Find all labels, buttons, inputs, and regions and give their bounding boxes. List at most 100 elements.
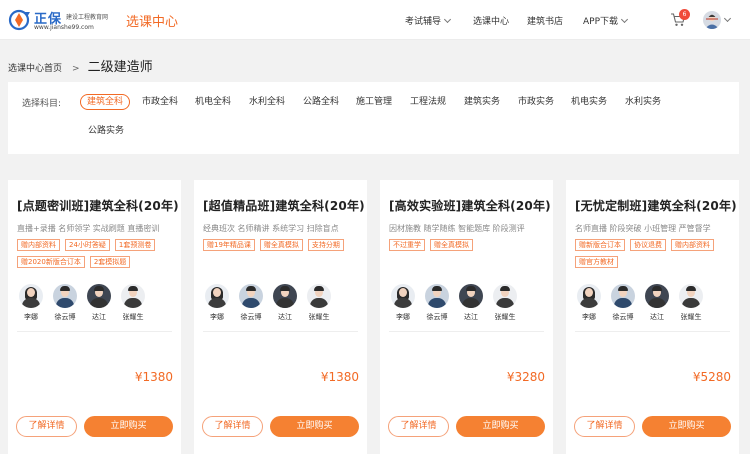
teacher[interactable]: 李娜 [16, 284, 46, 322]
teacher[interactable]: 张耀生 [676, 284, 706, 322]
site-title: 选课中心 [126, 15, 179, 30]
teacher[interactable]: 达江 [270, 284, 300, 322]
teacher-name: 达江 [650, 313, 664, 321]
teacher-name: 张耀生 [680, 313, 702, 321]
course-title[interactable]: [超值精品班]建筑全科(20年) [203, 197, 365, 214]
learn-more-button[interactable]: 了解详情 [16, 416, 77, 437]
subject-tag[interactable]: 建筑实务 [464, 94, 500, 110]
course-badges: 赠内部资料 24小时答疑 1套预测卷 赠2020新版合订本 2套模拟题 [17, 239, 177, 268]
subject-tag[interactable]: 机电全科 [195, 94, 231, 110]
cart-count-badge: 6 [679, 9, 690, 20]
teacher-name: 达江 [464, 313, 478, 321]
teacher[interactable]: 达江 [84, 284, 114, 322]
teacher[interactable]: 徐云博 [608, 284, 638, 322]
course-card[interactable]: [无忧定制班]建筑全科(20年) 名师直播 阶段突破 小班管理 严管督学 赠新版合订… [566, 180, 739, 454]
teacher[interactable]: 李娜 [388, 284, 418, 322]
teacher-name: 徐云博 [240, 313, 262, 321]
course-badge: 赠内部资料 [17, 239, 60, 251]
teacher-avatar [493, 284, 517, 308]
subject-tag[interactable]: 市政实务 [518, 94, 554, 110]
course-badge: 赠新版合订本 [575, 239, 625, 251]
teacher-name: 张耀生 [494, 313, 516, 321]
teacher-name: 达江 [92, 313, 106, 321]
divider [575, 331, 730, 332]
course-price: ¥5280 [692, 370, 731, 384]
teacher-avatar [459, 284, 483, 308]
subject-tag[interactable]: 机电实务 [571, 94, 607, 110]
course-badge: 24小时答疑 [65, 239, 110, 251]
subject-tag[interactable]: 公路全科 [303, 94, 339, 110]
logo-subtitle: 建设工程教育网 [66, 14, 109, 21]
teacher[interactable]: 徐云博 [236, 284, 266, 322]
teacher[interactable]: 张耀生 [304, 284, 334, 322]
teacher[interactable]: 张耀生 [118, 284, 148, 322]
teacher[interactable]: 达江 [642, 284, 672, 322]
teacher-avatar [205, 284, 229, 308]
teacher-list: 李娜 徐云博 达江 张耀生 [574, 284, 734, 324]
buy-now-button[interactable]: 立即购买 [642, 416, 731, 437]
teacher-avatar [19, 284, 43, 308]
breadcrumb-home-link[interactable]: 选课中心首页 [8, 64, 62, 74]
course-card[interactable]: [超值精品班]建筑全科(20年) 经典班次 名师精讲 系统学习 扫除盲点 赠19年精… [194, 180, 367, 454]
course-description: 经典班次 名师精讲 系统学习 扫除盲点 [203, 224, 339, 233]
teacher-name: 徐云博 [612, 313, 634, 321]
subject-tag[interactable]: 公路实务 [88, 123, 124, 139]
subject-tag[interactable]: 工程法规 [410, 94, 446, 110]
divider [389, 331, 544, 332]
subject-tag[interactable]: 施工管理 [356, 94, 392, 110]
teacher[interactable]: 李娜 [202, 284, 232, 322]
buy-now-button[interactable]: 立即购买 [270, 416, 359, 437]
course-price: ¥1380 [134, 370, 173, 384]
buy-now-button[interactable]: 立即购买 [84, 416, 173, 437]
teacher[interactable]: 张耀生 [490, 284, 520, 322]
subject-tag[interactable]: 市政全科 [142, 94, 178, 110]
nav-bookstore[interactable]: 建筑书店 [527, 14, 563, 27]
teacher-name: 徐云博 [54, 313, 76, 321]
logo-url: www.jianshe99.com [34, 24, 94, 31]
teacher-avatar [87, 284, 111, 308]
teacher[interactable]: 达江 [456, 284, 486, 322]
teacher-name: 李娜 [24, 313, 38, 321]
chevron-down-icon[interactable] [723, 14, 732, 23]
course-badge: 赠2020新版合订本 [17, 256, 85, 268]
subject-tag[interactable]: 水利全科 [249, 94, 285, 110]
teacher-avatar [53, 284, 77, 308]
buy-now-button[interactable]: 立即购买 [456, 416, 545, 437]
course-description: 名师直播 阶段突破 小班管理 严管督学 [575, 224, 711, 233]
chevron-down-icon [443, 15, 452, 24]
teacher-name: 徐云博 [426, 313, 448, 321]
teacher[interactable]: 徐云博 [50, 284, 80, 322]
course-title[interactable]: [高效实验班]建筑全科(20年) [389, 197, 551, 214]
course-title[interactable]: [点题密训班]建筑全科(20年) [17, 197, 179, 214]
learn-more-button[interactable]: 了解详情 [574, 416, 635, 437]
teacher-list: 李娜 徐云博 达江 张耀生 [202, 284, 362, 324]
course-card[interactable]: [点题密训班]建筑全科(20年) 直播+录播 名师领学 实战刷题 直播密训 赠内部资… [8, 180, 181, 454]
teacher-name: 达江 [278, 313, 292, 321]
nav-app-download[interactable]: APP下载 [583, 14, 629, 27]
teacher[interactable]: 徐云博 [422, 284, 452, 322]
course-badges: 不过重学 赠全真模拟 [389, 239, 549, 251]
chevron-down-icon [620, 15, 629, 24]
subject-filter-panel: 选择科目: 建筑全科 市政全科 机电全科 水利全科 公路全科 施工管理 工程法规… [8, 82, 739, 154]
site-logo[interactable]: 正保 建设工程教育网 www.jianshe99.com [8, 7, 118, 33]
teacher-avatar [679, 284, 703, 308]
nav-course-center[interactable]: 选课中心 [473, 14, 509, 27]
nav-exam-coaching[interactable]: 考试辅导 [405, 14, 452, 27]
subject-tag-selected[interactable]: 建筑全科 [80, 94, 131, 110]
learn-more-button[interactable]: 了解详情 [202, 416, 263, 437]
user-avatar[interactable] [703, 11, 721, 29]
breadcrumb-current: 二级建造师 [87, 60, 153, 75]
teacher-list: 李娜 徐云博 达江 张耀生 [388, 284, 548, 324]
divider [203, 331, 358, 332]
teacher[interactable]: 李娜 [574, 284, 604, 322]
subject-tag[interactable]: 水利实务 [625, 94, 661, 110]
teacher-list: 李娜 徐云博 达江 张耀生 [16, 284, 176, 324]
learn-more-button[interactable]: 了解详情 [388, 416, 449, 437]
course-price: ¥3280 [506, 370, 545, 384]
course-badge: 2套模拟题 [89, 256, 131, 268]
filter-label: 选择科目: [22, 99, 62, 109]
course-description: 直播+录播 名师领学 实战刷题 直播密训 [17, 224, 160, 233]
course-badges: 赠新版合订本 协议退费 赠内部资料 赠官方教材 [575, 239, 735, 268]
course-card[interactable]: [高效实验班]建筑全科(20年) 因材施教 随学随练 智能题库 阶段测评 不过重学赠… [380, 180, 553, 454]
course-title[interactable]: [无忧定制班]建筑全科(20年) [575, 197, 737, 214]
